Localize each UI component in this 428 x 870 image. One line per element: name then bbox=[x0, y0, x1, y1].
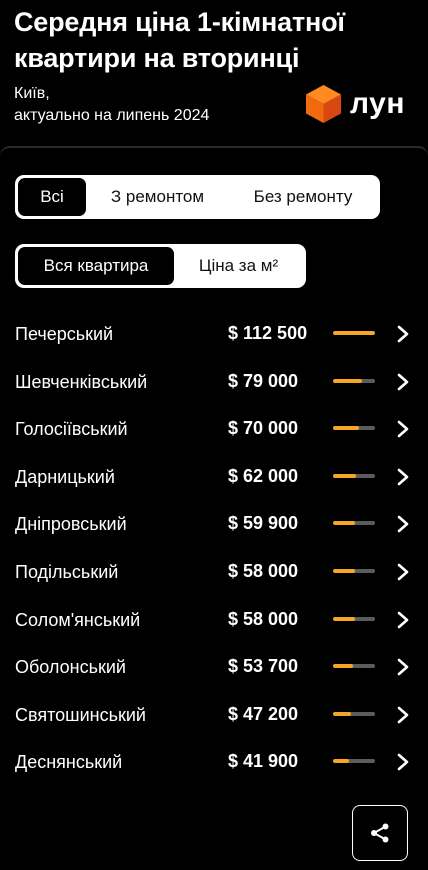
district-name: Печерський bbox=[15, 324, 114, 344]
logo-text: лун bbox=[350, 87, 405, 120]
share-button[interactable] bbox=[352, 805, 408, 861]
chevron-right-icon[interactable] bbox=[396, 562, 410, 582]
chevron-right-icon[interactable] bbox=[396, 752, 410, 772]
district-price: $ 53 700 bbox=[228, 656, 299, 677]
district-name: Шевченківський bbox=[15, 371, 148, 392]
district-price: $ 70 000 bbox=[228, 418, 299, 439]
price-bar bbox=[333, 331, 375, 335]
chevron-right-icon[interactable] bbox=[396, 324, 410, 344]
chevron-right-icon[interactable] bbox=[396, 467, 410, 487]
content-panel: Всі З ремонтом Без ремонту Вся квартира … bbox=[0, 146, 428, 870]
district-row[interactable]: Деснянський $ 41 900 bbox=[0, 738, 428, 786]
price-bar-fill bbox=[333, 568, 355, 573]
district-row[interactable]: Подільський $ 58 000 bbox=[0, 548, 428, 596]
price-bar-fill bbox=[333, 759, 349, 764]
price-bar-fill bbox=[333, 331, 375, 335]
price-bar bbox=[333, 616, 375, 621]
condition-filter: Всі З ремонтом Без ремонту bbox=[15, 175, 380, 219]
price-whole-apartment-button[interactable]: Вся квартира bbox=[18, 247, 174, 285]
chevron-right-icon[interactable] bbox=[396, 372, 410, 392]
price-bar bbox=[333, 378, 375, 383]
district-name: Солом'янський bbox=[15, 609, 141, 630]
filter-renovated-button[interactable]: З ремонтом bbox=[86, 178, 229, 216]
cube-logo-icon bbox=[306, 85, 341, 123]
district-price: $ 47 200 bbox=[228, 703, 299, 724]
price-bar bbox=[333, 426, 375, 431]
price-type-filter: Вся квартира Ціна за м² bbox=[15, 244, 306, 288]
district-row[interactable]: Голосіївський $ 70 000 bbox=[0, 405, 428, 453]
chevron-right-icon[interactable] bbox=[396, 657, 410, 677]
district-name: Дніпровський bbox=[15, 514, 127, 535]
price-bar bbox=[333, 664, 375, 669]
date-note: актуально на липень 2024 bbox=[14, 107, 210, 124]
district-price: $ 59 900 bbox=[228, 513, 299, 534]
price-bar bbox=[333, 568, 375, 573]
district-row[interactable]: Солом'янський $ 58 000 bbox=[0, 596, 428, 644]
district-name: Святошинський bbox=[15, 704, 146, 725]
chevron-right-icon[interactable] bbox=[396, 705, 410, 725]
filter-no-renovation-button[interactable]: Без ремонту bbox=[229, 178, 377, 216]
city-label: Київ, bbox=[14, 85, 50, 102]
district-row[interactable]: Святошинський $ 47 200 bbox=[0, 691, 428, 739]
price-bar-fill bbox=[333, 664, 354, 669]
district-name: Дарницький bbox=[15, 466, 115, 487]
price-per-sqm-button[interactable]: Ціна за м² bbox=[174, 247, 303, 285]
subtitle: Київ, актуально на липень 2024 bbox=[14, 83, 209, 127]
page-title: Середня ціна 1-кімнатної квартири на вто… bbox=[14, 7, 345, 73]
district-name: Голосіївський bbox=[15, 419, 128, 440]
price-bar bbox=[333, 521, 375, 526]
district-row[interactable]: Шевченківський $ 79 000 bbox=[0, 358, 428, 406]
district-price: $ 58 000 bbox=[228, 560, 299, 581]
district-row[interactable]: Дарницький $ 62 000 bbox=[0, 453, 428, 501]
district-price: $ 58 000 bbox=[228, 608, 299, 629]
district-name: Оболонський bbox=[15, 657, 126, 678]
chevron-right-icon[interactable] bbox=[396, 419, 410, 439]
share-icon bbox=[371, 823, 389, 843]
price-bar-fill bbox=[333, 426, 360, 431]
price-bar bbox=[333, 711, 375, 716]
district-price: $ 112 500 bbox=[228, 323, 308, 343]
price-bar-fill bbox=[333, 616, 355, 621]
filter-all-button[interactable]: Всі bbox=[18, 178, 86, 216]
price-bar-fill bbox=[333, 473, 357, 478]
price-bar-fill bbox=[333, 711, 351, 716]
district-row[interactable]: Печерський $ 112 500 bbox=[0, 310, 428, 358]
header: Середня ціна 1-кімнатної квартири на вто… bbox=[0, 0, 428, 146]
district-row[interactable]: Дніпровський $ 59 900 bbox=[0, 500, 428, 548]
district-price: $ 41 900 bbox=[228, 751, 299, 772]
chevron-right-icon[interactable] bbox=[396, 610, 410, 630]
price-bar bbox=[333, 759, 375, 764]
district-name: Деснянський bbox=[15, 752, 123, 773]
district-price: $ 79 000 bbox=[228, 370, 299, 391]
chevron-right-icon[interactable] bbox=[396, 514, 410, 534]
price-bar-fill bbox=[333, 378, 363, 383]
district-name: Подільський bbox=[15, 561, 119, 582]
district-list: Печерський $ 112 500 Шевченківський $ 79 00… bbox=[0, 310, 428, 786]
district-row[interactable]: Оболонський $ 53 700 bbox=[0, 643, 428, 691]
lun-logo[interactable]: лун bbox=[305, 84, 405, 124]
price-bar bbox=[333, 473, 375, 478]
price-bar-fill bbox=[333, 521, 356, 526]
district-price: $ 62 000 bbox=[228, 465, 299, 486]
